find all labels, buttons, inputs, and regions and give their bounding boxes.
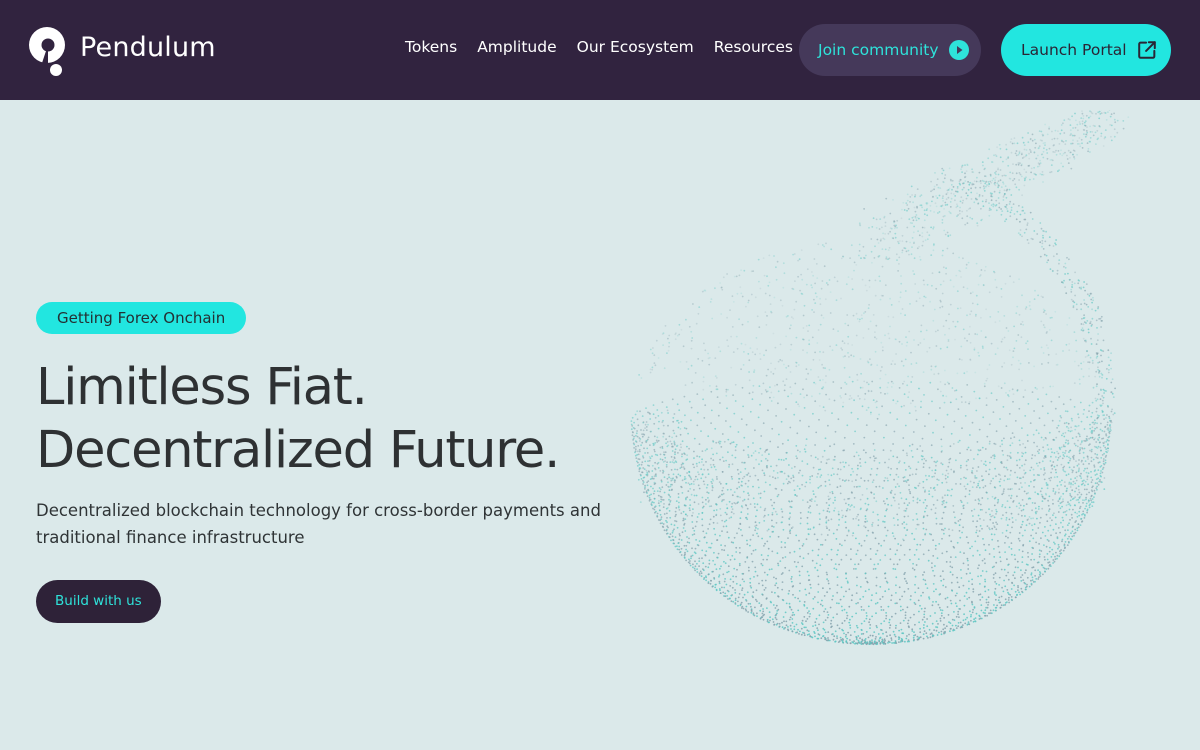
- hero-headline: Limitless Fiat. Decentralized Future.: [36, 356, 560, 482]
- launch-portal-button[interactable]: Launch Portal: [1001, 24, 1171, 76]
- brand-logo-link[interactable]: Pendulum: [28, 26, 216, 80]
- hero-badge: Getting Forex Onchain: [36, 302, 247, 334]
- pendulum-logo-icon: [29, 27, 65, 76]
- play-circle-icon: [948, 40, 969, 60]
- brand-name: Pendulum: [80, 31, 216, 63]
- headline-line-2: Decentralized Future.: [36, 421, 560, 480]
- join-community-label: Join community: [818, 41, 939, 59]
- hero-subtext: Decentralized blockchain technology for …: [36, 501, 601, 547]
- nav-link-resources[interactable]: Resources: [714, 38, 793, 56]
- nav-link-amplitude[interactable]: Amplitude: [477, 38, 556, 56]
- launch-portal-label: Launch Portal: [1021, 41, 1127, 59]
- top-navbar: Pendulum Tokens Amplitude Our Ecosystem …: [0, 0, 1200, 100]
- main-nav: Tokens Amplitude Our Ecosystem Resources: [405, 38, 813, 56]
- nav-link-tokens[interactable]: Tokens: [405, 38, 457, 56]
- particle-sphere-graphic: [630, 110, 1130, 646]
- nav-link-our-ecosystem[interactable]: Our Ecosystem: [577, 38, 694, 56]
- build-with-us-button[interactable]: Build with us: [36, 580, 161, 623]
- headline-line-1: Limitless Fiat.: [36, 358, 368, 417]
- join-community-button[interactable]: Join community: [799, 24, 981, 76]
- external-link-icon: [1137, 41, 1156, 59]
